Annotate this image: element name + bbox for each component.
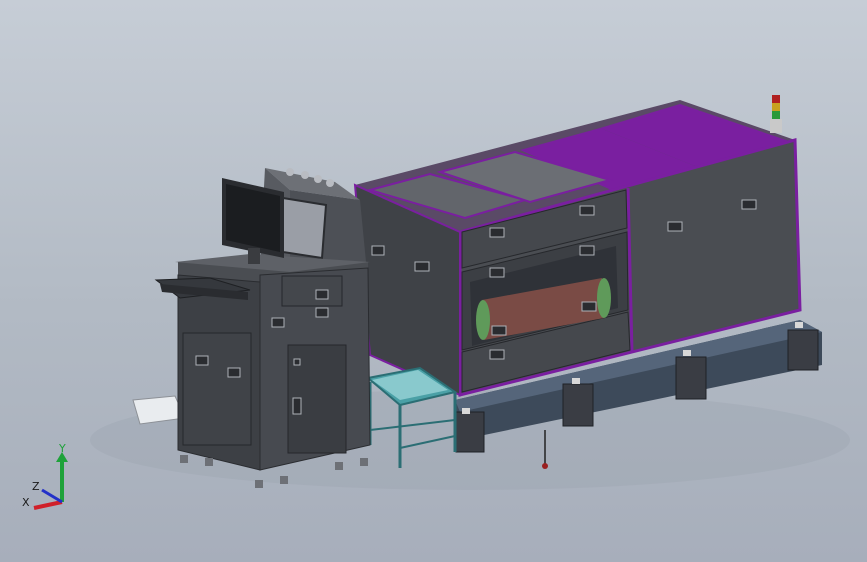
z-axis-arrow (41, 488, 63, 504)
z-axis-label: Z (32, 480, 40, 493)
y-axis-label: Y (58, 442, 66, 455)
axis-triad-icon: Y X Z (22, 442, 68, 510)
x-axis-label: X (22, 496, 30, 509)
machine-model[interactable] (0, 0, 867, 562)
monitor (222, 178, 284, 264)
cad-viewport[interactable]: Y X Z (0, 0, 867, 562)
x-axis-arrow (33, 500, 63, 510)
signal-tower-icon (770, 95, 782, 133)
